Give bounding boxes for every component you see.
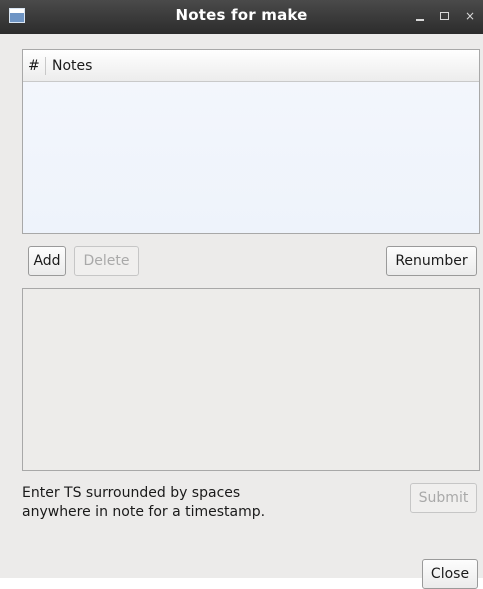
notes-table[interactable]: # Notes — [22, 49, 480, 234]
close-button[interactable]: Close — [422, 559, 478, 589]
column-header-number[interactable]: # — [28, 58, 40, 74]
note-text-area[interactable] — [22, 288, 480, 471]
maximize-button[interactable] — [437, 8, 453, 24]
renumber-button[interactable]: Renumber — [386, 246, 477, 276]
hint-line-1: Enter TS surrounded by spaces — [22, 485, 241, 501]
minimize-button[interactable] — [412, 8, 428, 24]
close-icon: × — [464, 9, 476, 23]
submit-button: Submit — [410, 483, 477, 513]
close-window-button[interactable]: × — [462, 8, 478, 24]
column-divider[interactable] — [45, 57, 46, 75]
title-bar[interactable]: Notes for make × — [0, 0, 483, 34]
minimize-icon — [416, 19, 424, 21]
notes-window: Notes for make × # Notes Add Delete Renu… — [0, 0, 483, 589]
maximize-icon — [440, 12, 449, 20]
timestamp-hint: Enter TS surrounded by spaces anywhere i… — [22, 484, 362, 522]
delete-button: Delete — [74, 246, 139, 276]
add-button[interactable]: Add — [28, 246, 66, 276]
hint-line-2: anywhere in note for a timestamp. — [22, 504, 266, 520]
table-header: # Notes — [23, 50, 479, 82]
table-body[interactable] — [23, 82, 479, 233]
column-header-notes[interactable]: Notes — [52, 58, 92, 74]
window-title: Notes for make — [175, 6, 308, 24]
